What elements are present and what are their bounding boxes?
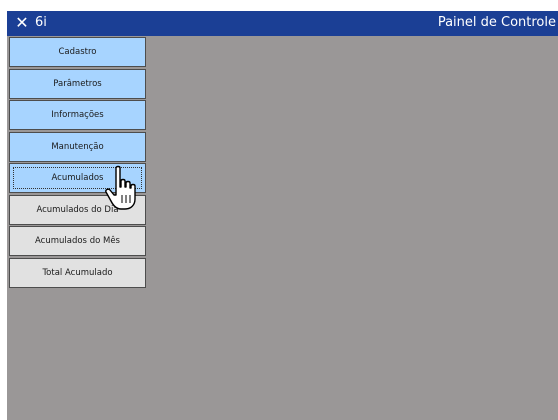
menu-item-total-acumulado[interactable]: Total Acumulado [9, 257, 146, 288]
menu-item-informacoes[interactable]: Informações [9, 100, 146, 130]
menu-item-label: Cadastro [58, 47, 97, 57]
control-panel-screen: ✕ 6i Painel de Controle Cadastro Parâmet… [7, 11, 558, 420]
menu-item-acumulados-do-mes[interactable]: Acumulados do Mês [9, 226, 146, 256]
close-button[interactable]: ✕ [11, 12, 33, 34]
hand-pointer-icon [105, 165, 136, 210]
app-name: 6i [35, 15, 47, 30]
menu-item-label: Parâmetros [53, 78, 102, 89]
menu-item-manutencao[interactable]: Manutenção [9, 131, 146, 162]
close-icon: ✕ [15, 13, 29, 32]
menu-item-label: Manutenção [51, 141, 104, 152]
menu-item-label: Informações [51, 110, 104, 120]
menu-item-cadastro[interactable]: Cadastro [9, 37, 146, 67]
window-title: Painel de Controle [437, 15, 556, 30]
title-bar: ✕ 6i Painel de Controle [7, 11, 558, 36]
menu-item-label: Acumulados do Mês [35, 236, 120, 246]
menu-item-label: Total Acumulado [42, 267, 113, 278]
side-menu: Cadastro Parâmetros Informações Manutenç… [9, 37, 146, 289]
menu-item-parametros[interactable]: Parâmetros [9, 68, 146, 99]
